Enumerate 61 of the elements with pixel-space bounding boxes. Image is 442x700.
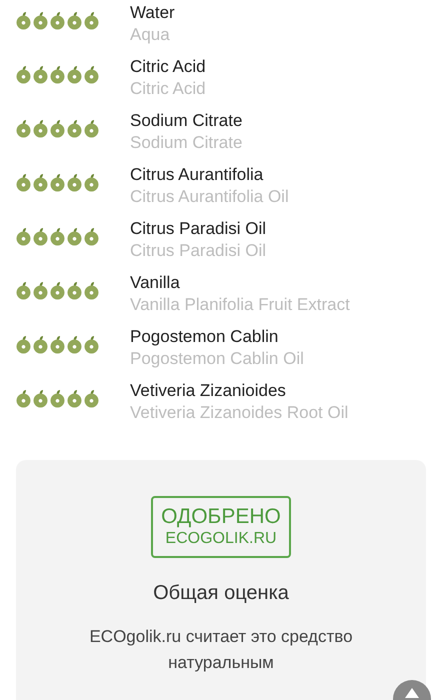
fruit-rating-icon	[33, 12, 48, 30]
fruit-rating-icon	[50, 228, 65, 246]
fruit-rating-icon	[50, 390, 65, 408]
fruit-rating-icon	[16, 282, 31, 300]
fruit-rating-icon	[16, 336, 31, 354]
ingredient-inci: Vetiveria Zizanoides Root Oil	[130, 402, 348, 424]
fruit-rating-icon	[67, 282, 82, 300]
fruit-rating-icon	[33, 282, 48, 300]
verdict-title: Общая оценка	[153, 581, 289, 606]
ingredient-inci: Sodium Citrate	[130, 132, 242, 154]
fruit-rating-icon	[50, 66, 65, 84]
up-arrow-icon	[405, 688, 419, 698]
fruit-rating-icon	[67, 336, 82, 354]
ingredient-inci: Pogostemon Cablin Oil	[130, 348, 304, 370]
ingredient-name: Citrus Paradisi Oil	[130, 218, 266, 240]
fruit-rating-icon	[16, 228, 31, 246]
ingredient-inci: Citrus Aurantifolia Oil	[130, 186, 289, 208]
fruit-rating-icon	[67, 12, 82, 30]
ingredient-inci: Vanilla Planifolia Fruit Extract	[130, 294, 350, 316]
ingredient-name: Vetiveria Zizanioides	[130, 380, 287, 402]
ingredient-name: Citrus Aurantifolia	[130, 164, 264, 186]
ingredient-name: Sodium Citrate	[130, 110, 242, 132]
fruit-rating-icon	[84, 12, 99, 30]
fruit-rating-icon	[16, 66, 31, 84]
ingredient-name: Water	[130, 2, 175, 24]
ingredient-inci: Aqua	[130, 24, 171, 46]
fruit-rating-icon	[50, 174, 65, 192]
fruit-rating-icon	[50, 12, 65, 30]
fruit-rating-icon	[33, 174, 48, 192]
ingredient-inci: Citrus Paradisi Oil	[130, 240, 266, 262]
ingredient-inci: Citric Acid	[130, 78, 206, 100]
fruit-rating-icon	[33, 336, 48, 354]
fruit-rating-icon	[16, 12, 31, 30]
fruit-rating-icon	[33, 120, 48, 138]
fruit-rating-icon	[33, 66, 48, 84]
fruit-rating-icon	[16, 390, 31, 408]
ingredient-name: Citric Acid	[130, 56, 206, 78]
fruit-rating-icon	[16, 120, 31, 138]
stamp-site: ECOGOLIK.RU	[165, 529, 277, 549]
fruit-rating-icon	[84, 390, 99, 408]
ingredient-name: Vanilla	[130, 272, 181, 294]
fruit-rating-icon	[33, 228, 48, 246]
fruit-rating-icon	[84, 174, 99, 192]
fruit-rating-icon	[50, 120, 65, 138]
fruit-rating-icon	[84, 282, 99, 300]
fruit-rating-icon	[84, 66, 99, 84]
fruit-rating-icon	[16, 174, 31, 192]
stamp-title: ОДОБРЕНО	[161, 505, 281, 529]
fruit-rating-icon	[50, 336, 65, 354]
fruit-rating-icon	[33, 390, 48, 408]
fruit-rating-icon	[50, 282, 65, 300]
ingredient-name: Pogostemon Cablin	[130, 326, 280, 348]
fruit-rating-icon	[67, 120, 82, 138]
fruit-rating-icon	[67, 228, 82, 246]
fruit-rating-icon	[84, 228, 99, 246]
fruit-rating-icon	[84, 336, 99, 354]
fruit-rating-icon	[67, 390, 82, 408]
fruit-rating-icon	[84, 120, 99, 138]
fruit-rating-icon	[67, 174, 82, 192]
fruit-rating-icon	[67, 66, 82, 84]
verdict-text: ECOgolik.ru считает это средство натуральным	[88, 626, 354, 674]
